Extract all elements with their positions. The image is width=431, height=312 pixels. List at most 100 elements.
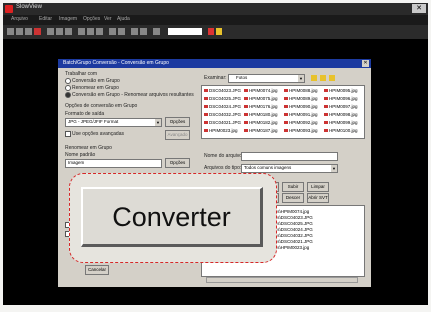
fullscreen-icon[interactable]: [153, 28, 160, 35]
queue-scrollbar[interactable]: [206, 277, 358, 283]
advanced-button[interactable]: Avançado: [165, 130, 190, 140]
rename-options-button[interactable]: Opções: [165, 158, 190, 168]
zoom-in-icon[interactable]: [87, 28, 94, 35]
move-down-button[interactable]: Descer: [282, 193, 304, 203]
rotate-icon[interactable]: [78, 28, 85, 35]
file-item-label: HPIM0099.jpg: [329, 120, 358, 125]
file-item[interactable]: DSC04032.JPG: [204, 112, 241, 117]
menu-image[interactable]: Imagem: [59, 16, 77, 22]
file-item[interactable]: HPIM0075.jpg: [244, 96, 278, 101]
advanced-checkbox[interactable]: [65, 131, 71, 137]
chevron-down-icon: ▼: [155, 119, 161, 126]
name-pattern-input[interactable]: Imagem: [65, 159, 162, 168]
forward-icon[interactable]: [118, 28, 125, 35]
image-file-icon: [324, 121, 328, 125]
file-item[interactable]: HPIM0099.jpg: [324, 120, 358, 125]
file-name-input[interactable]: [241, 152, 338, 161]
file-item-label: HPIM0100.jpg: [329, 128, 358, 133]
file-item[interactable]: HPIM0074.jpg: [244, 88, 278, 93]
image-file-icon: [204, 121, 208, 125]
image-file-icon: [324, 105, 328, 109]
file-item[interactable]: HPIM0093.jpg: [284, 128, 318, 133]
image-file-icon: [244, 105, 248, 109]
file-item-label: HPIM0096.jpg: [329, 96, 358, 101]
menu-edit[interactable]: Editar: [39, 16, 52, 22]
file-item[interactable]: HPIM0090.jpg: [284, 104, 318, 109]
clear-button[interactable]: Limpar: [307, 182, 329, 192]
open-icon[interactable]: [7, 28, 14, 35]
file-item[interactable]: DSC04024.JPG: [204, 104, 241, 109]
zoom-out-icon[interactable]: [96, 28, 103, 35]
new-folder-icon[interactable]: [320, 75, 326, 81]
radio-convert-rename[interactable]: [65, 92, 71, 98]
view-menu-icon[interactable]: [329, 75, 335, 81]
file-item[interactable]: HPIM0182.jpg: [244, 120, 278, 125]
radio-batch-convert[interactable]: [65, 78, 71, 84]
file-item-label: HPIM0095.jpg: [329, 88, 358, 93]
chevron-down-icon: ▼: [331, 165, 337, 172]
image-file-icon: [204, 89, 208, 93]
image-file-icon: [244, 89, 248, 93]
copy-icon[interactable]: [56, 28, 63, 35]
convert-button[interactable]: Converter: [81, 187, 263, 247]
app-close-button[interactable]: ✕: [412, 4, 426, 13]
file-type-value: Todos comuns imagens: [244, 165, 292, 170]
file-item-label: DSC04032.JPG: [209, 112, 242, 117]
file-item[interactable]: HPIM0180.jpg: [244, 112, 278, 117]
red-tool-icon[interactable]: [208, 28, 214, 35]
image-file-icon: [284, 105, 288, 109]
chevron-down-icon: ▼: [298, 75, 304, 82]
file-item[interactable]: HPIM0098.jpg: [324, 112, 358, 117]
back-icon[interactable]: [109, 28, 116, 35]
file-item[interactable]: HPIM0091.jpg: [284, 112, 318, 117]
image-file-icon: [284, 121, 288, 125]
output-format-select[interactable]: JPG - JPEG/JFIF Format ▼: [65, 118, 162, 127]
menu-view[interactable]: Ver: [104, 16, 112, 22]
cancel-button[interactable]: Cancelar: [85, 265, 109, 275]
up-folder-icon[interactable]: [311, 75, 317, 81]
file-type-select[interactable]: Todos comuns imagens ▼: [241, 164, 338, 173]
file-item[interactable]: HPIM0096.jpg: [324, 96, 358, 101]
radio-batch-rename[interactable]: [65, 85, 71, 91]
file-name-label: Nome do arquivo:: [204, 153, 244, 159]
file-item[interactable]: DSC04025.JPG: [204, 96, 241, 101]
file-item[interactable]: HPIM0088.jpg: [284, 88, 318, 93]
file-item-label: HPIM0089.jpg: [289, 96, 318, 101]
look-in-select[interactable]: Fotos ▼: [228, 74, 305, 83]
first-icon[interactable]: [131, 28, 138, 35]
last-icon[interactable]: [140, 28, 147, 35]
menu-options[interactable]: Opções: [83, 16, 100, 22]
view-button[interactable]: Abrir SVT: [307, 193, 329, 203]
file-item-label: HPIM0098.jpg: [329, 112, 358, 117]
delete-icon[interactable]: [34, 28, 41, 35]
print-icon[interactable]: [25, 28, 32, 35]
yellow-tool-icon[interactable]: [216, 28, 222, 35]
image-file-icon: [204, 113, 208, 117]
file-item[interactable]: HPIM0095.jpg: [324, 88, 358, 93]
advanced-checkbox-label: Use opções avançadas: [72, 131, 124, 137]
file-item[interactable]: HPIM0097.jpg: [324, 104, 358, 109]
move-up-button[interactable]: Subir: [282, 182, 304, 192]
file-item[interactable]: HPIM0176.jpg: [244, 104, 278, 109]
file-item[interactable]: HPIM0100.jpg: [324, 128, 358, 133]
save-icon[interactable]: [16, 28, 23, 35]
cut-icon[interactable]: [47, 28, 54, 35]
menu-help[interactable]: Ajuda: [117, 16, 130, 22]
file-item-label: HPIM0088.jpg: [289, 88, 318, 93]
file-item[interactable]: HPIM0187.jpg: [244, 128, 278, 133]
file-item-label: DSC04025.JPG: [209, 96, 242, 101]
dialog-close-button[interactable]: ✕: [362, 60, 369, 67]
image-file-icon: [324, 97, 328, 101]
file-browser[interactable]: DSC04023.JPG DSC04025.JPG DSC04024.JPG DSC0…: [201, 85, 365, 139]
file-item[interactable]: HPIM0089.jpg: [284, 96, 318, 101]
file-item-label: HPIM0176.jpg: [249, 104, 278, 109]
format-options-button[interactable]: Opções: [165, 117, 190, 127]
file-item[interactable]: DSC04021.JPG: [204, 120, 241, 125]
file-item[interactable]: DSC04023.JPG: [204, 88, 241, 93]
paste-icon[interactable]: [65, 28, 72, 35]
menu-file[interactable]: Arquivo: [11, 16, 28, 22]
file-item-label: HPIM0093.jpg: [289, 128, 318, 133]
file-item[interactable]: HPIM0023.jpg: [204, 128, 238, 133]
toolbar-field[interactable]: [168, 28, 202, 35]
file-item[interactable]: HPIM0092.jpg: [284, 120, 318, 125]
